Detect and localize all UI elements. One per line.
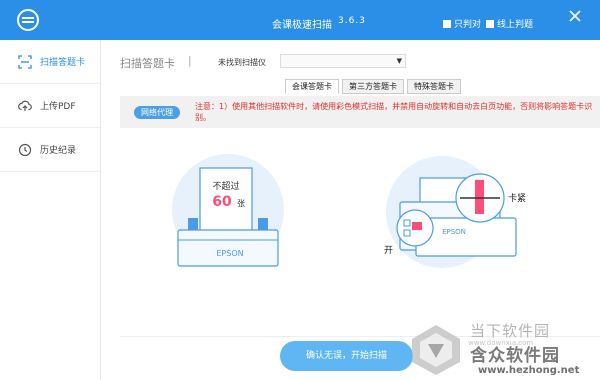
title-separator: | xyxy=(188,54,192,67)
page-title: 扫描答题卡 xyxy=(120,57,175,70)
paper-jam-label: 卡紧 xyxy=(508,194,527,204)
sidebar-item-label: 扫描答题卡 xyxy=(40,58,86,68)
scanner-label: 未找到扫描仪 xyxy=(218,58,266,67)
history-icon xyxy=(18,143,32,156)
only-judge-box[interactable] xyxy=(443,19,451,28)
start-scan-button[interactable]: 确认无误，开始扫描 xyxy=(280,341,413,371)
online-judge-label: 线上判题 xyxy=(497,20,534,30)
brand-text-left: EPSON xyxy=(216,249,243,258)
tab-third-party-card[interactable]: 第三方答题卡 xyxy=(342,79,404,94)
watermark-logo-icon xyxy=(412,325,460,375)
online-judge-checkbox[interactable]: 线上判题 xyxy=(486,17,533,30)
chevron-down-icon: ▼ xyxy=(396,57,402,65)
sidebar-item-scan[interactable]: 扫描答题卡 xyxy=(0,40,100,84)
watermark-text-1: 当下软件园 xyxy=(470,322,551,340)
paper-jam-illustration: EPSON xyxy=(386,156,517,268)
open-label: 开 xyxy=(384,246,394,256)
sidebar: 扫描答题卡 上传PDF 历史纪录 xyxy=(0,40,101,380)
watermark-text-2: 含众软件园 xyxy=(470,346,560,366)
tab-huike-card[interactable]: 会课答题卡 xyxy=(285,79,339,94)
online-judge-box[interactable] xyxy=(486,19,494,28)
sidebar-item-label: 上传PDF xyxy=(40,102,76,112)
feeder-illustration: 不超过 60 张 EPSON xyxy=(172,154,284,267)
upload-icon xyxy=(18,100,32,111)
tab-special-card[interactable]: 特殊答题卡 xyxy=(407,79,461,94)
limit-number: 60 xyxy=(212,194,232,210)
sidebar-item-upload-pdf[interactable]: 上传PDF xyxy=(0,84,100,128)
limit-unit: 张 xyxy=(237,199,245,208)
notice-panel: 网络代理 注意：1）使用其他扫描软件时，请使用彩色模式扫描，并禁用自动旋转和自动… xyxy=(120,96,600,128)
notice-text: 注意：1）使用其他扫描软件时，请使用彩色模式扫描，并禁用自动旋转和自动去白页功能… xyxy=(195,102,593,122)
app-version: 3.6.3 xyxy=(338,16,366,26)
sidebar-item-label: 历史纪录 xyxy=(40,146,77,156)
app-logo-icon xyxy=(17,9,39,31)
app-title: 会课极速扫描 xyxy=(272,20,332,31)
only-judge-label: 只判对 xyxy=(454,20,482,30)
brand-text-right: EPSON xyxy=(442,228,466,236)
limit-text: 不超过 xyxy=(212,180,239,192)
scan-icon xyxy=(18,54,32,69)
network-proxy-button[interactable]: 网络代理 xyxy=(134,106,180,119)
only-judge-checkbox[interactable]: 只判对 xyxy=(443,17,481,30)
sidebar-item-history[interactable]: 历史纪录 xyxy=(0,128,100,172)
card-type-tabs: 会课答题卡 第三方答题卡 特殊答题卡 xyxy=(285,79,461,94)
close-icon[interactable] xyxy=(568,9,582,23)
watermark-url: www.hezhong.net xyxy=(478,365,580,376)
title-bar: 会课极速扫描 3.6.3 只判对 线上判题 xyxy=(0,0,600,40)
scanner-select[interactable]: ▼ xyxy=(280,54,406,68)
